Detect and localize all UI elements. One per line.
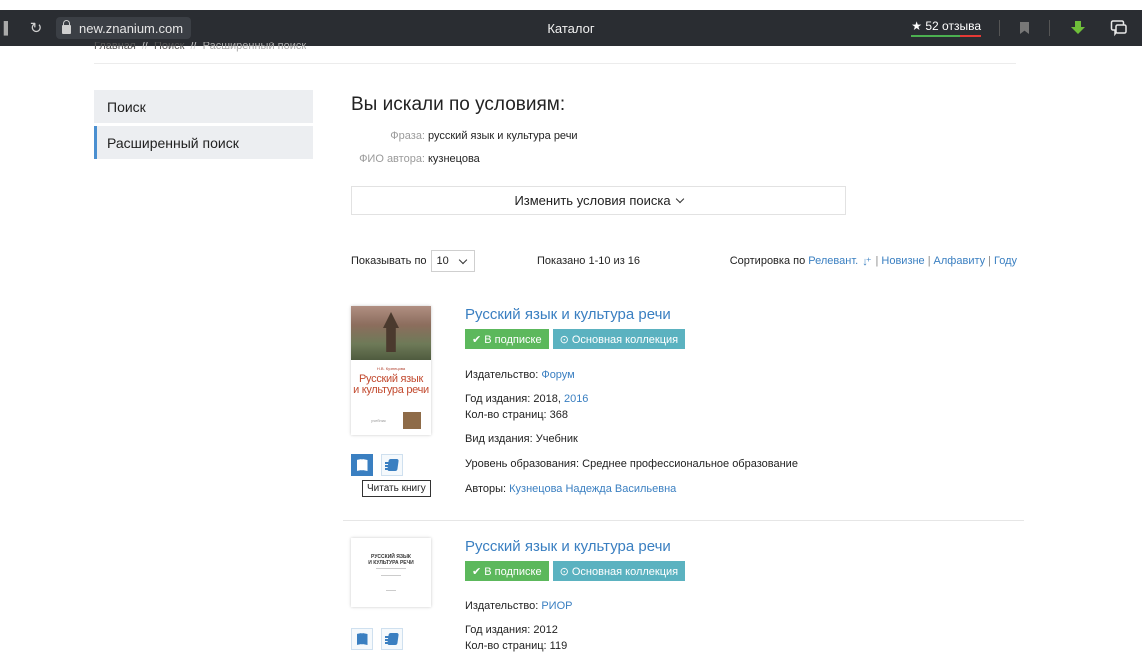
per-page-control: Показывать по 10 <box>351 249 475 273</box>
sidebar-item-label: Расширенный поиск <box>107 134 239 151</box>
book-info: Русский язык и культура речи ✔ В подписк… <box>465 538 1025 652</box>
year-alt-link[interactable]: 2016 <box>564 393 588 405</box>
per-page-value: 10 <box>436 255 449 267</box>
collection-badge: ⊙ Основная коллекция <box>552 561 686 581</box>
sidebar-toggle-icon[interactable]: ▌ <box>0 10 16 46</box>
cover-illustration <box>351 306 431 360</box>
publisher-link[interactable]: РИОР <box>541 600 572 612</box>
sidebar: Поиск Расширенный поиск <box>94 90 313 162</box>
sort-control: Сортировка по Релевант. ↓⁺ | Новизне | Алфави… <box>729 255 1017 268</box>
book-cover[interactable]: Н.В. Кузнецова Русский язык и культура р… <box>351 306 431 435</box>
book-pages: Кол-во страниц: 368 <box>465 409 569 421</box>
book-year: Год издания: 2018, 2016 <box>465 393 589 405</box>
result-card: Н.В. Кузнецова Русский язык и культура р… <box>351 306 1024 506</box>
results-controls: Показывать по 10 Показано 1-10 из 16 Сор… <box>351 249 1017 273</box>
breadcrumb: Главная//Поиск//Расширенный поиск <box>94 42 307 52</box>
condition-author: ФИО автора: кузнецова <box>351 153 480 165</box>
condition-phrase: Фраза: русский язык и культура речи <box>351 130 578 142</box>
book-level: Уровень образования: Среднее профессиона… <box>465 458 798 470</box>
cover-subtitle: учебник <box>371 418 386 423</box>
book-badges: ✔ В подписке ⊙ Основная коллекция <box>465 329 1025 349</box>
reviews-button[interactable]: ★ 52 отзыва <box>901 17 991 39</box>
toolbar-actions: ★ 52 отзыва <box>901 10 1142 46</box>
chevron-down-icon <box>458 255 467 265</box>
ebook-icon <box>385 459 399 471</box>
change-search-label: Изменить условия поиска <box>514 193 671 208</box>
read-book-button[interactable] <box>351 628 373 650</box>
publisher-link[interactable]: Форум <box>541 369 574 381</box>
results-count: Показано 1-10 из 16 <box>537 255 641 267</box>
lock-icon <box>62 20 71 34</box>
breadcrumb-current: Расширенный поиск <box>202 42 307 52</box>
read-book-tooltip: Читать книгу <box>362 480 431 497</box>
bookmark-icon[interactable] <box>1020 22 1029 34</box>
sort-order-icon[interactable]: ↓⁺ <box>862 255 871 268</box>
chevron-down-icon <box>675 194 684 203</box>
toolbar-divider <box>1049 20 1050 36</box>
book-pages: Кол-во страниц: 119 <box>465 640 568 652</box>
collection-badge: ⊙ Основная коллекция <box>552 329 686 349</box>
address-bar-url: new.znanium.com <box>79 20 184 36</box>
header-divider <box>94 63 1016 64</box>
book-year: Год издания: 2012 <box>465 624 558 636</box>
subscription-badge: ✔ В подписке <box>465 561 549 581</box>
book-type: Вид издания: Учебник <box>465 433 578 445</box>
book-actions <box>351 454 411 476</box>
cover-author: Н.В. Кузнецова <box>376 366 406 371</box>
sort-year-link[interactable]: Году <box>994 255 1017 267</box>
ebook-icon <box>385 633 399 645</box>
sort-newest-link[interactable]: Новизне <box>881 255 924 267</box>
address-bar[interactable]: new.znanium.com <box>56 17 192 39</box>
book-title-link[interactable]: Русский язык и культура речи <box>465 538 671 555</box>
read-book-button[interactable] <box>351 454 373 476</box>
cover-title: Русский язык и культура речи <box>353 373 429 396</box>
results-divider <box>343 520 1024 521</box>
breadcrumb-home[interactable]: Главная <box>94 42 136 52</box>
sort-relevance-link[interactable]: Релевант. <box>808 255 858 267</box>
per-page-label: Показывать по <box>351 255 427 267</box>
per-page-select[interactable]: 10 <box>430 250 475 272</box>
sidebar-item-label: Поиск <box>107 98 146 115</box>
condition-value: кузнецова <box>428 153 480 165</box>
book-icon <box>356 459 368 471</box>
condition-label: ФИО автора: <box>359 153 425 165</box>
ebook-button[interactable] <box>381 628 403 650</box>
sort-label: Сортировка по <box>729 255 806 267</box>
book-actions <box>351 628 411 650</box>
book-badges: ✔ В подписке ⊙ Основная коллекция <box>465 561 1025 581</box>
cover-title: РУССКИЙ ЯЗЫК И КУЛЬТУРА РЕЧИ <box>368 554 414 566</box>
sidebar-item-advanced-search[interactable]: Расширенный поиск <box>94 126 313 159</box>
book-authors: Авторы: Кузнецова Надежда Васильевна <box>465 483 677 495</box>
book-title-link[interactable]: Русский язык и культура речи <box>465 306 671 323</box>
search-conditions-title: Вы искали по условиям: <box>351 94 566 115</box>
sidebar-item-search[interactable]: Поиск <box>94 90 313 123</box>
cover-emblem <box>403 412 421 429</box>
breadcrumb-search[interactable]: Поиск <box>154 42 184 52</box>
book-info: Русский язык и культура речи ✔ В подписк… <box>465 306 1025 495</box>
author-link[interactable]: Кузнецова Надежда Васильевна <box>509 483 676 495</box>
ebook-button[interactable] <box>381 454 403 476</box>
subscription-badge: ✔ В подписке <box>465 329 549 349</box>
sort-alphabet-link[interactable]: Алфавиту <box>934 255 986 267</box>
change-search-button[interactable]: Изменить условия поиска <box>351 186 846 215</box>
book-icon <box>356 633 368 645</box>
browser-toolbar: ▌ ↻ new.znanium.com Каталог ★ 52 отзыва <box>0 10 1142 46</box>
chat-icon[interactable] <box>1110 19 1128 37</box>
book-publisher: Издательство: РИОР <box>465 600 573 612</box>
condition-label: Фраза: <box>390 130 425 142</box>
result-card: РУССКИЙ ЯЗЫК И КУЛЬТУРА РЕЧИ Русский язы… <box>351 538 1024 657</box>
reload-icon[interactable]: ↻ <box>16 19 56 37</box>
download-icon[interactable] <box>1070 20 1086 36</box>
book-publisher: Издательство: Форум <box>465 369 575 381</box>
book-cover[interactable]: РУССКИЙ ЯЗЫК И КУЛЬТУРА РЕЧИ <box>351 538 431 607</box>
condition-value: русский язык и культура речи <box>428 130 578 142</box>
toolbar-divider <box>999 20 1000 36</box>
